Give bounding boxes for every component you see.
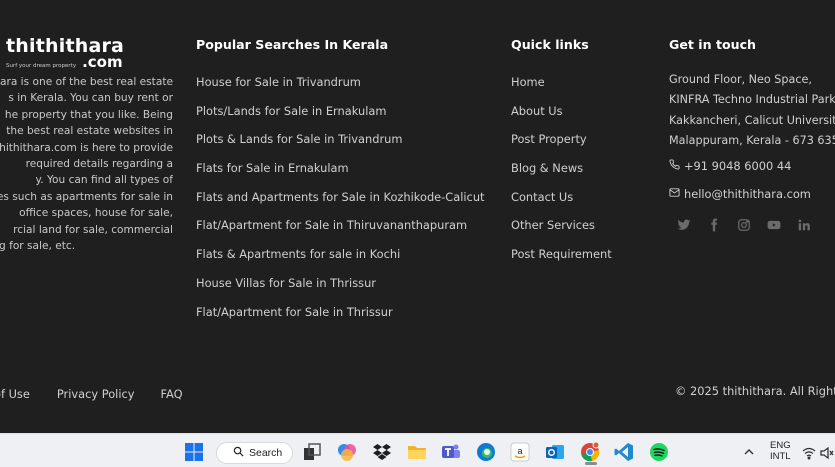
search-icon [233,446,244,460]
taskbar-search[interactable]: Search [216,442,293,464]
facebook-icon[interactable] [706,217,722,233]
about-line: g for sale, etc. [0,240,76,253]
address-line: KINFRA Techno Industrial Park, [669,93,835,107]
phone-icon [669,159,680,173]
privacy-policy-link[interactable]: Privacy Policy [57,387,135,401]
popular-link[interactable]: Flat/Apartment for Sale in Thrissur [196,304,485,333]
svg-text:a: a [517,446,522,456]
instagram-icon[interactable] [736,217,752,233]
language-code: ENG [770,440,791,451]
about-line: ara is one of the best real estate [0,76,173,88]
quick-link-blog[interactable]: Blog & News [511,160,612,189]
vscode-icon[interactable] [614,442,634,462]
popular-link[interactable]: Flats for Sale in Ernakulam [196,160,485,189]
about-line: ies such as apartments for sale in [0,190,173,203]
popular-searches-list: House for Sale in Trivandrum Plots/Lands… [196,74,485,332]
brand-logo[interactable]: thithithara Surf your dream property .co… [6,36,124,70]
popular-link[interactable]: Plots & Lands for Sale in Trivandrum [196,131,485,160]
about-line: rcial land for sale, commercial [13,223,173,236]
quick-link-post-property[interactable]: Post Property [511,131,612,160]
logo-tagline: Surf your dream property [6,63,77,69]
legal-links: of Use Privacy Policy FAQ [0,387,183,401]
about-line: s in Kerala. You can buy rent or [8,92,173,105]
logo-dotcom: .com [82,53,123,71]
faq-link[interactable]: FAQ [161,387,183,401]
about-line: required details regarding a [25,158,173,171]
about-line: the best real estate websites in [6,125,173,138]
copyright-notice: © 2025 thithithara. All Rights R [675,384,835,398]
chrome-icon[interactable] [580,442,600,462]
popular-link[interactable]: Flats & Apartments for sale in Kochi [196,246,485,275]
quick-link-home[interactable]: Home [511,74,612,103]
terms-of-use-link[interactable]: of Use [0,387,30,401]
about-line: office spaces, house for sale, [19,207,173,220]
chevron-up-icon[interactable] [742,444,756,458]
phone-link[interactable]: +91 9048 6000 44 [669,159,791,173]
quick-link-post-requirement[interactable]: Post Requirement [511,246,612,275]
file-explorer-icon[interactable] [407,442,427,462]
popular-link[interactable]: House for Sale in Trivandrum [196,74,485,103]
popular-link[interactable]: Flat/Apartment for Sale in Thiruvanantha… [196,217,485,246]
wifi-icon[interactable] [802,445,816,460]
quick-link-other-services[interactable]: Other Services [511,217,612,246]
quick-links-heading: Quick links [511,37,589,52]
twitter-icon[interactable] [676,217,692,233]
office-address: Ground Floor, Neo Space, KINFRA Techno I… [669,70,835,152]
about-line: he property that you like. Being [4,108,173,121]
email-address: hello@thithithara.com [684,187,811,201]
search-label: Search [249,447,283,459]
address-line: Malappuram, Kerala - 673 635 [669,134,835,148]
popular-link[interactable]: Plots/Lands for Sale in Ernakulam [196,103,485,132]
phone-number: +91 9048 6000 44 [684,159,792,173]
spotify-icon[interactable] [649,442,669,462]
youtube-icon[interactable] [766,217,782,233]
popular-link[interactable]: Flats and Apartments for Sale in Kozhiko… [196,189,485,218]
keyboard-layout: INTL [770,451,791,462]
about-text: ara is one of the best real estate s in … [0,74,173,254]
amazon-icon[interactable]: a [510,442,530,462]
email-link[interactable]: hello@thithithara.com [669,187,811,201]
edge-icon[interactable] [476,442,496,462]
about-line: y. You can find all types of [35,174,173,187]
dropbox-icon[interactable] [372,442,392,462]
copilot-icon[interactable] [337,442,357,462]
input-language-indicator[interactable]: ENG INTL [770,440,791,462]
popular-searches-heading: Popular Searches In Kerala [196,37,389,52]
linkedin-icon[interactable] [796,217,812,233]
windows-start-icon[interactable] [184,442,204,462]
get-in-touch-heading: Get in touch [669,37,757,52]
volume-muted-icon[interactable] [820,445,834,460]
active-app-indicator [585,462,597,465]
site-footer: thithithara Surf your dream property .co… [0,0,835,433]
quick-link-contact[interactable]: Contact Us [511,189,612,218]
teams-icon[interactable] [441,442,461,462]
quick-link-about[interactable]: About Us [511,103,612,132]
quick-links-list: Home About Us Post Property Blog & News … [511,74,612,275]
outlook-icon[interactable] [545,442,565,462]
windows-taskbar: Search a [0,433,835,467]
address-line: Ground Floor, Neo Space, [669,73,812,86]
popular-link[interactable]: House Villas for Sale in Thrissur [196,275,485,304]
address-line: Kakkancheri, Calicut Universit [669,113,835,127]
about-line: thithithara.com is here to provide [0,141,173,154]
mail-icon [669,187,680,201]
social-links [676,217,812,233]
task-view-icon[interactable] [302,442,322,462]
